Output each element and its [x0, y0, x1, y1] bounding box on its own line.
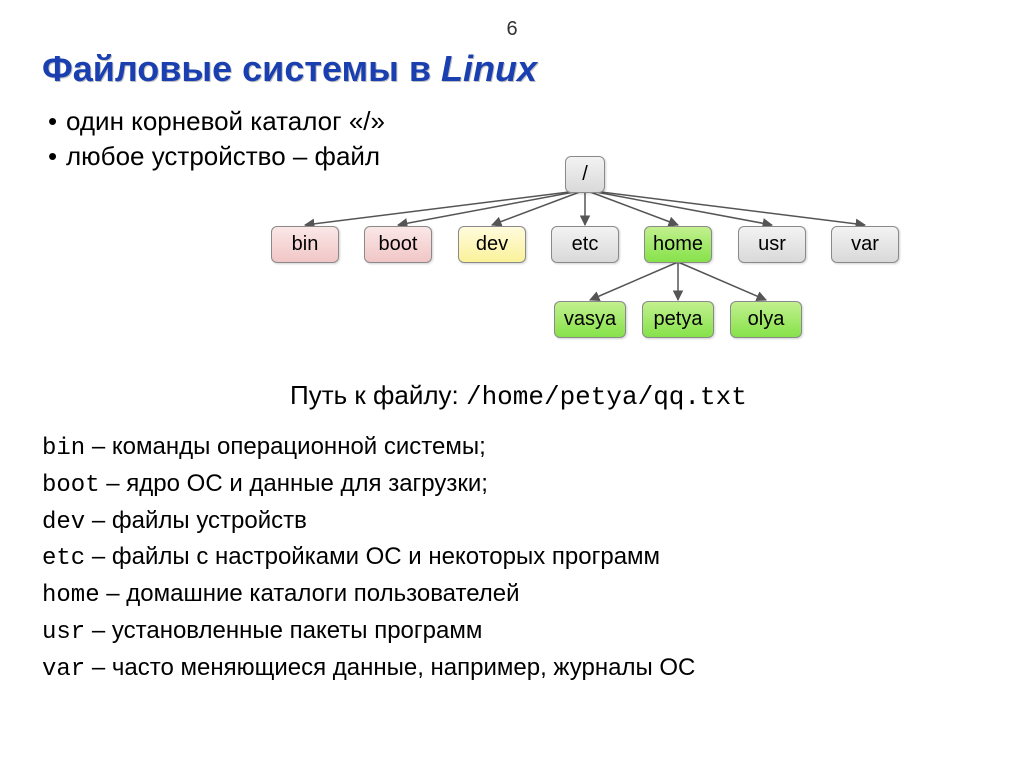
- node-vasya: vasya: [554, 301, 626, 338]
- def-desc: часто меняющиеся данные, например, журна…: [112, 654, 695, 681]
- def-row: boot – ядро ОС и данные для загрузки;: [42, 467, 695, 504]
- page-number: 6: [0, 18, 1024, 41]
- node-usr: usr: [738, 226, 806, 263]
- def-row: dev – файлы устройств: [42, 504, 695, 541]
- def-term: etc: [42, 545, 85, 572]
- path-label: Путь к файлу:: [290, 380, 466, 410]
- def-sep: –: [100, 470, 127, 497]
- title-prefix: Файловые системы в: [42, 48, 441, 89]
- node-boot: boot: [364, 226, 432, 263]
- node-bin: bin: [271, 226, 339, 263]
- def-term: home: [42, 582, 100, 609]
- def-desc: установленные пакеты программ: [112, 617, 482, 644]
- def-term: var: [42, 656, 85, 683]
- def-sep: –: [100, 580, 127, 607]
- def-term: dev: [42, 509, 85, 536]
- def-row: home – домашние каталоги пользователей: [42, 577, 695, 614]
- definitions: bin – команды операционной системы; boot…: [42, 430, 695, 688]
- def-sep: –: [85, 433, 112, 460]
- bullet-list: •один корневой каталог «/» •любое устрой…: [48, 104, 385, 174]
- def-term: usr: [42, 619, 85, 646]
- slide-title: Файловые системы в Linux: [42, 48, 537, 90]
- def-desc: домашние каталоги пользователей: [126, 580, 519, 607]
- def-term: bin: [42, 435, 85, 462]
- node-etc: etc: [551, 226, 619, 263]
- def-sep: –: [85, 617, 112, 644]
- node-var: var: [831, 226, 899, 263]
- def-sep: –: [85, 507, 112, 534]
- def-sep: –: [85, 654, 112, 681]
- def-row: bin – команды операционной системы;: [42, 430, 695, 467]
- def-term: boot: [42, 472, 100, 499]
- def-row: usr – установленные пакеты программ: [42, 614, 695, 651]
- def-desc: файлы с настройками ОС и некоторых прогр…: [112, 543, 660, 570]
- def-row: var – часто меняющиеся данные, например,…: [42, 651, 695, 688]
- def-row: etc – файлы с настройками ОС и некоторых…: [42, 540, 695, 577]
- bullet-text: любое устройство – файл: [66, 141, 380, 171]
- bullet-text: один корневой каталог «/»: [66, 106, 385, 136]
- path-line: Путь к файлу: /home/petya/qq.txt: [290, 380, 747, 412]
- path-value: /home/petya/qq.txt: [466, 382, 747, 412]
- node-home: home: [644, 226, 712, 263]
- node-petya: petya: [642, 301, 714, 338]
- node-root: /: [565, 156, 605, 193]
- bullet-item: •любое устройство – файл: [48, 139, 385, 174]
- bullet-item: •один корневой каталог «/»: [48, 104, 385, 139]
- def-sep: –: [85, 543, 112, 570]
- def-desc: ядро ОС и данные для загрузки;: [126, 470, 488, 497]
- node-dev: dev: [458, 226, 526, 263]
- node-olya: olya: [730, 301, 802, 338]
- def-desc: файлы устройств: [112, 507, 307, 534]
- def-desc: команды операционной системы;: [112, 433, 486, 460]
- title-italic: Linux: [441, 48, 537, 89]
